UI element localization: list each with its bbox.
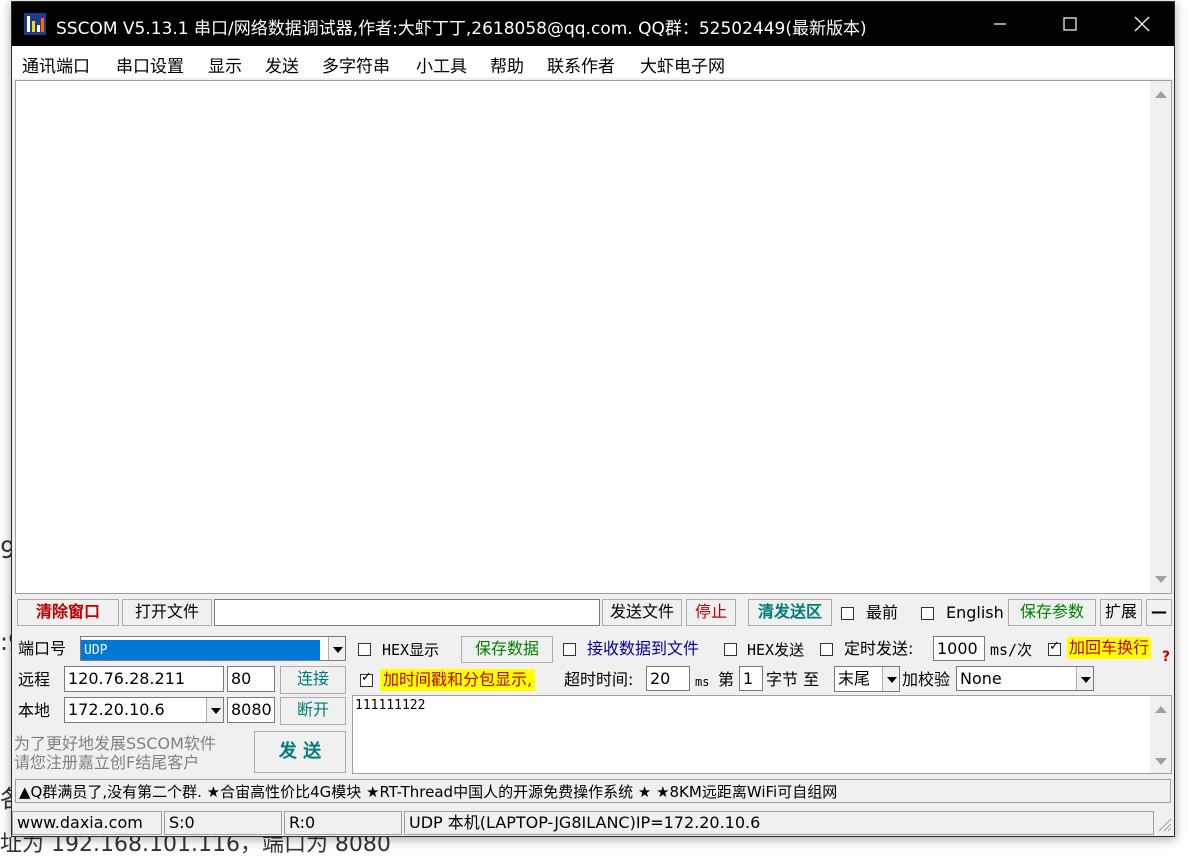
add-crlf-checkbox[interactable] — [1048, 639, 1061, 656]
timeout-unit: ms — [695, 675, 710, 689]
send-file-button[interactable]: 发送文件 — [602, 599, 682, 626]
port-select[interactable]: UDP — [80, 636, 346, 661]
status-sent-count: S:0 — [164, 811, 282, 835]
byte-end-value: 末尾 — [838, 669, 871, 688]
save-data-button[interactable]: 保存数据 — [461, 636, 553, 663]
news-ticker[interactable]: ▲Q群满员了,没有第二个群. ★合宙高性价比4G模块 ★RT-Thread中国人… — [15, 779, 1171, 803]
close-icon — [1134, 16, 1150, 32]
menu-contact-author[interactable]: 联系作者 — [547, 52, 615, 77]
english-label: English — [946, 603, 1004, 622]
clear-send-area-button[interactable]: 清发送区 — [748, 599, 832, 626]
expand-button[interactable]: 扩展 — [1100, 599, 1142, 626]
byte-prefix-label: 第 — [718, 670, 735, 689]
file-path-input[interactable] — [214, 599, 600, 626]
connect-button[interactable]: 连接 — [280, 666, 346, 694]
recv-to-file-checkbox[interactable] — [563, 643, 576, 656]
collapse-button[interactable]: — — [1146, 599, 1172, 626]
send-button[interactable]: 发 送 — [254, 731, 346, 773]
hex-display-label: HEX显示 — [382, 641, 440, 659]
hex-send-label: HEX发送 — [747, 641, 805, 659]
remote-port-input[interactable]: 80 — [227, 666, 275, 692]
topmost-checkbox[interactable] — [841, 607, 854, 620]
menu-daxia-site[interactable]: 大虾电子网 — [640, 52, 725, 77]
local-ip-value: 172.20.10.6 — [68, 700, 165, 719]
window-title: SSCOM V5.13.1 串口/网络数据调试器,作者:大虾丁丁,2618058… — [56, 19, 867, 39]
remote-label: 远程 — [18, 670, 51, 689]
checksum-label: 加校验 — [902, 670, 951, 689]
send-scrollbar[interactable] — [1150, 696, 1171, 773]
hex-display-checkbox[interactable] — [358, 643, 371, 656]
promo-line-2: 请您注册嘉立创F结尾客户 — [14, 753, 200, 772]
byte-index-input[interactable]: 1 — [739, 666, 763, 691]
scroll-up-icon[interactable] — [1155, 706, 1167, 713]
timestamp-checkbox[interactable] — [360, 670, 373, 687]
bg-text-fragment: 址为 192.168.101.116，端口为 8080 — [0, 832, 391, 857]
recv-to-file-label: 接收数据到文件 — [587, 639, 700, 658]
menu-display[interactable]: 显示 — [208, 52, 242, 77]
status-website[interactable]: www.daxia.com — [12, 811, 162, 835]
port-select-value: UDP — [81, 640, 320, 660]
clear-window-button[interactable]: 清除窗口 — [17, 599, 119, 626]
interval-unit: ms/次 — [990, 641, 1033, 659]
timeout-label: 超时时间: — [564, 670, 634, 689]
byte-suffix-label: 字节 至 — [766, 670, 820, 689]
menu-tools[interactable]: 小工具 — [416, 52, 467, 77]
menu-bar: 通讯端口 串口设置 显示 发送 多字符串 小工具 帮助 联系作者 大虾电子网 — [12, 46, 1174, 78]
menu-help[interactable]: 帮助 — [490, 52, 524, 77]
port-label: 端口号 — [18, 639, 67, 658]
menu-multi-string[interactable]: 多字符串 — [322, 52, 390, 77]
resize-grip-icon[interactable] — [1156, 816, 1172, 832]
byte-end-select[interactable]: 末尾 — [834, 666, 900, 692]
menu-serial-settings[interactable]: 串口设置 — [116, 52, 184, 77]
timeout-input[interactable]: 20 — [646, 666, 690, 691]
title-bar: SSCOM V5.13.1 串口/网络数据调试器,作者:大虾丁丁,2618058… — [12, 2, 1174, 46]
status-info: UDP 本机(LAPTOP-JG8ILANC)IP=172.20.10.6 — [404, 811, 1154, 835]
menu-send[interactable]: 发送 — [265, 52, 299, 77]
send-textarea[interactable]: 111111122 — [352, 695, 1172, 774]
help-mark-icon[interactable]: ? — [1162, 647, 1170, 667]
stop-button[interactable]: 停止 — [686, 599, 736, 626]
scroll-up-icon[interactable] — [1155, 91, 1167, 98]
disconnect-button[interactable]: 断开 — [280, 697, 346, 725]
chevron-down-icon[interactable] — [328, 637, 345, 660]
english-checkbox[interactable] — [921, 607, 934, 620]
send-content: 111111122 — [355, 698, 426, 713]
receive-textarea[interactable] — [15, 80, 1172, 594]
timed-send-label: 定时发送: — [844, 639, 914, 658]
close-button[interactable] — [1110, 2, 1174, 46]
interval-input[interactable]: 1000 — [933, 636, 985, 661]
checksum-value: None — [960, 669, 1002, 688]
chevron-down-icon[interactable] — [206, 698, 223, 722]
status-received-count: R:0 — [284, 811, 402, 835]
promo-line-1: 为了更好地发展SSCOM软件 — [14, 734, 216, 753]
minimize-icon — [994, 23, 1006, 25]
sscom-window: SSCOM V5.13.1 串口/网络数据调试器,作者:大虾丁丁,2618058… — [11, 1, 1175, 837]
local-label: 本地 — [18, 701, 51, 720]
app-icon — [24, 13, 46, 35]
minimize-button[interactable] — [968, 2, 1032, 46]
timed-send-checkbox[interactable] — [820, 643, 833, 656]
local-ip-select[interactable]: 172.20.10.6 — [64, 697, 224, 723]
timestamp-label: 加时间戳和分包显示, — [380, 669, 536, 691]
topmost-label: 最前 — [866, 603, 899, 622]
chevron-down-icon[interactable] — [1076, 667, 1093, 690]
remote-ip-input[interactable]: 120.76.28.211 — [64, 666, 224, 692]
chevron-down-icon[interactable] — [882, 667, 899, 691]
open-file-button[interactable]: 打开文件 — [122, 599, 212, 626]
maximize-icon — [1063, 17, 1077, 31]
add-crlf-label: 加回车换行 — [1067, 637, 1152, 659]
local-port-input[interactable]: 8080 — [227, 697, 275, 723]
receive-scrollbar[interactable] — [1150, 81, 1171, 593]
scroll-down-icon[interactable] — [1155, 758, 1167, 765]
hex-send-checkbox[interactable] — [724, 643, 737, 656]
maximize-button[interactable] — [1038, 2, 1102, 46]
menu-comm-port[interactable]: 通讯端口 — [22, 52, 90, 77]
scroll-down-icon[interactable] — [1155, 576, 1167, 583]
save-params-button[interactable]: 保存参数 — [1008, 599, 1096, 626]
checksum-select[interactable]: None — [956, 666, 1094, 691]
